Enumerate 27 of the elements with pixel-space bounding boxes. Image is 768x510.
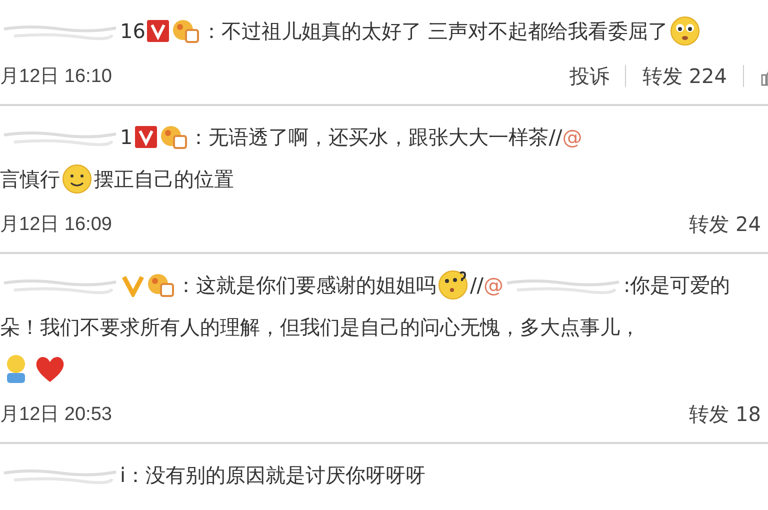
verified-badge-icon bbox=[146, 19, 170, 43]
comment-text: 摆正自己的位置 bbox=[94, 166, 234, 192]
comment-text: 16 bbox=[120, 19, 146, 43]
comment-action-link[interactable]: 投诉 bbox=[569, 62, 610, 90]
comment-text: ：这就是你们要感谢的姐姐吗 bbox=[176, 272, 436, 298]
comment-text: 言慎行 bbox=[0, 166, 60, 192]
comment-text: 1 bbox=[120, 125, 133, 149]
emoji-face-icon bbox=[437, 269, 469, 301]
verified-badge-icon bbox=[134, 125, 158, 149]
verified-badge-icon bbox=[121, 273, 145, 297]
member-badge-icon bbox=[160, 124, 188, 150]
member-badge-icon bbox=[172, 18, 200, 44]
comment-action-link[interactable]: 转发 24 bbox=[689, 210, 761, 238]
emoji-face-icon bbox=[668, 15, 701, 47]
member-badge-icon bbox=[147, 272, 175, 298]
comment-text: ：无语透了啊，还买水，跟张大大一样茶// bbox=[188, 124, 562, 150]
comment-action-link[interactable]: 转发 18 bbox=[689, 400, 761, 428]
comment-text: i：没有别的原因就是讨厌你呀呀呀 bbox=[120, 462, 426, 488]
comment-text: :你是可爱的 bbox=[623, 272, 730, 298]
comment-text: ：不过祖儿姐真的太好了 三声对不起都给我看委屈了 bbox=[201, 18, 668, 44]
comment-date: 月12日 16:09 bbox=[0, 213, 112, 237]
comment-action-link[interactable]: 转发 224 bbox=[642, 62, 727, 90]
comment-date: 月12日 16:10 bbox=[0, 65, 112, 89]
comment-text: // bbox=[470, 273, 484, 297]
emoji-face-icon bbox=[61, 163, 93, 195]
comment-date: 月12日 20:53 bbox=[0, 403, 112, 427]
comment-text: 朵！我们不要求所有人的理解，但我们是自己的问心无愧，多大点事儿， bbox=[0, 314, 640, 340]
